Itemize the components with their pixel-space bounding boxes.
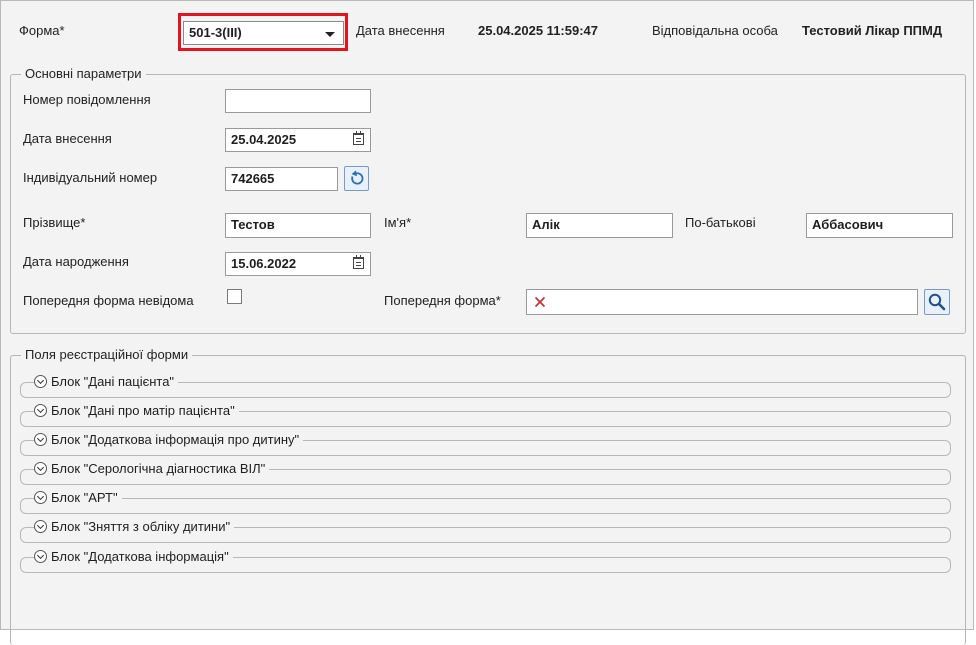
block-child-additional-info[interactable]: Блок "Додаткова інформація про дитину"	[20, 432, 951, 456]
name-value: Алік	[532, 217, 560, 232]
message-number-input[interactable]	[225, 89, 371, 113]
entry-date-label: Дата внесення	[23, 131, 112, 146]
entry-date-input[interactable]: 25.04.2025	[225, 128, 371, 152]
birth-date-input[interactable]: 15.06.2022	[225, 252, 371, 276]
responsible-value: Тестовий Лікар ППМД	[802, 23, 943, 38]
patronymic-input[interactable]: Аббасович	[806, 213, 953, 238]
individual-number-input[interactable]: 742665	[225, 167, 338, 191]
expand-icon[interactable]	[34, 462, 47, 475]
previous-form-input[interactable]	[526, 289, 918, 315]
form-label: Форма*	[19, 23, 65, 38]
refresh-button[interactable]	[344, 166, 369, 191]
birth-date-label: Дата народження	[23, 254, 129, 269]
refresh-icon	[351, 170, 364, 185]
search-icon	[928, 293, 946, 311]
individual-number-label: Індивідуальний номер	[23, 170, 158, 185]
previous-unknown-label: Попередня форма невідома	[23, 293, 194, 308]
birth-date-value: 15.06.2022	[231, 256, 297, 271]
expand-icon[interactable]	[34, 433, 47, 446]
entry-date-header-value: 25.04.2025 11:59:47	[478, 23, 598, 38]
registration-form-pane: Форма* 501-3(III) Дата внесення 25.04.20…	[0, 0, 974, 645]
individual-number-value: 742665	[231, 171, 275, 186]
block-title: Блок "Додаткова інформація про дитину"	[51, 432, 300, 447]
entry-date-value: 25.04.2025	[231, 132, 297, 147]
block-header[interactable]: Блок "АРТ"	[34, 490, 122, 505]
block-child-deregistration[interactable]: Блок "Зняття з обліку дитини"	[20, 519, 951, 543]
message-number-label: Номер повідомлення	[23, 92, 151, 107]
search-button[interactable]	[924, 289, 950, 315]
name-input[interactable]: Алік	[526, 213, 673, 238]
block-hiv-serology[interactable]: Блок "Серологічна діагностика ВІЛ"	[20, 461, 951, 485]
close-icon[interactable]	[534, 296, 546, 308]
expand-icon[interactable]	[34, 520, 47, 533]
block-header[interactable]: Блок "Дані пацієнта"	[34, 374, 179, 389]
surname-input[interactable]: Тестов	[225, 213, 371, 238]
registration-legend: Поля реєстраційної форми	[21, 347, 193, 362]
expand-icon[interactable]	[34, 404, 47, 417]
block-title: Блок "Дані пацієнта"	[51, 374, 175, 389]
block-title: Блок "Серологічна діагностика ВІЛ"	[51, 461, 266, 476]
surname-value: Тестов	[231, 217, 275, 232]
block-header[interactable]: Блок "Зняття з обліку дитини"	[34, 519, 235, 534]
previous-form-label: Попередня форма*	[384, 293, 501, 308]
block-title: Блок "Дані про матір пацієнта"	[51, 403, 235, 418]
block-header[interactable]: Блок "Додаткова інформація"	[34, 549, 233, 564]
block-header[interactable]: Блок "Серологічна діагностика ВІЛ"	[34, 461, 270, 476]
chevron-down-icon	[325, 32, 335, 37]
block-additional-info[interactable]: Блок "Додаткова інформація"	[20, 549, 951, 573]
calendar-icon[interactable]	[353, 255, 364, 269]
block-title: Блок "Зняття з обліку дитини"	[51, 519, 231, 534]
expand-icon[interactable]	[34, 375, 47, 388]
expand-icon[interactable]	[34, 550, 47, 563]
main-params-legend: Основні параметри	[21, 66, 146, 81]
calendar-icon[interactable]	[353, 131, 364, 145]
form-select[interactable]: 501-3(III)	[183, 21, 344, 45]
block-art[interactable]: Блок "АРТ"	[20, 490, 951, 514]
form-select-value: 501-3(III)	[189, 25, 242, 40]
name-label: Ім'я*	[384, 215, 412, 230]
patronymic-value: Аббасович	[812, 217, 884, 232]
previous-unknown-checkbox[interactable]	[227, 289, 242, 304]
expand-icon[interactable]	[34, 491, 47, 504]
responsible-label: Відповідальна особа	[652, 23, 778, 38]
block-title: Блок "Додаткова інформація"	[51, 549, 229, 564]
block-header[interactable]: Блок "Додаткова інформація про дитину"	[34, 432, 304, 447]
block-title: Блок "АРТ"	[51, 490, 118, 505]
block-patient-data[interactable]: Блок "Дані пацієнта"	[20, 374, 951, 398]
block-header[interactable]: Блок "Дані про матір пацієнта"	[34, 403, 239, 418]
patronymic-label: По-батькові	[685, 215, 756, 230]
surname-label: Прізвище*	[23, 215, 86, 230]
entry-date-header-label: Дата внесення	[356, 23, 445, 38]
block-mother-data[interactable]: Блок "Дані про матір пацієнта"	[20, 403, 951, 427]
